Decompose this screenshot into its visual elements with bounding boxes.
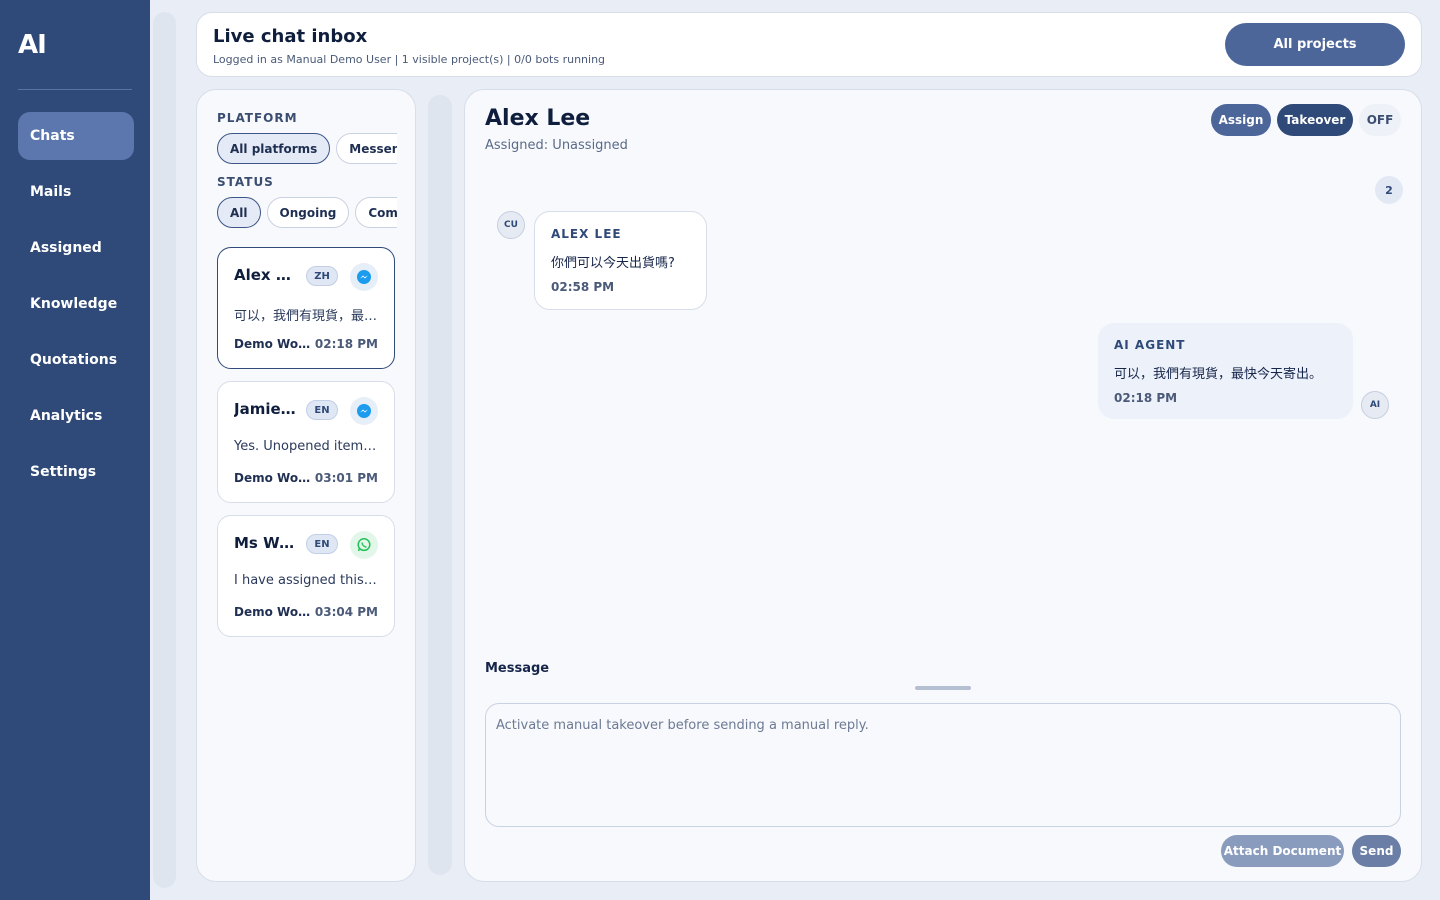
message-label: Message — [485, 661, 550, 676]
status-filter-chips: AllOngoingCompleted — [217, 197, 397, 229]
conversation-time: 03:04 PM — [314, 605, 378, 619]
sidebar-item-assigned[interactable]: Assigned — [18, 224, 134, 272]
sidebar-item-analytics[interactable]: Analytics — [18, 392, 134, 440]
messenger-icon — [350, 263, 378, 291]
chat-panel: Alex Lee Assigned: Unassigned Assign Tak… — [464, 89, 1422, 882]
page-title: Live chat inbox — [213, 26, 368, 47]
sidebar-item-chats[interactable]: Chats — [18, 112, 134, 160]
conversation-item[interactable]: Jamie Chan EN Yes. Unopened items can be… — [217, 381, 395, 503]
app-logo: AI — [18, 30, 47, 60]
conversation-workspace: Demo Workspace — [234, 471, 314, 485]
customer-message-bubble: ALEX LEE 你們可以今天出貨嗎? 02:58 PM — [534, 211, 707, 310]
whatsapp-icon — [350, 531, 378, 559]
takeover-button[interactable]: Takeover — [1277, 104, 1353, 136]
message-time: 02:18 PM — [1114, 391, 1178, 405]
conversation-preview: 可以，我們有現貨，最快今天寄出。 — [234, 309, 380, 324]
send-button[interactable]: Send — [1352, 835, 1401, 867]
conversation-time: 02:18 PM — [314, 337, 378, 351]
sidebar-item-quotations[interactable]: Quotations — [18, 336, 134, 384]
all-projects-button[interactable]: All projects — [1225, 23, 1405, 66]
session-status: Logged in as Manual Demo User | 1 visibl… — [213, 53, 606, 66]
agent-message-bubble: AI AGENT 可以，我們有現貨，最快今天寄出。 02:18 PM — [1098, 323, 1353, 419]
language-badge: ZH — [306, 266, 338, 286]
chip-status-ongoing[interactable]: Ongoing — [266, 197, 350, 228]
conversation-list-scrollbar[interactable] — [428, 95, 452, 875]
message-text: 你們可以今天出貨嗎? — [551, 256, 675, 271]
chat-contact-name: Alex Lee — [485, 106, 591, 131]
conversation-item[interactable]: Alex Lee ZH 可以，我們有現貨，最快今天寄出。 Demo Worksp… — [217, 247, 395, 369]
conversation-name: Jamie Chan — [234, 400, 296, 418]
customer-avatar: CU — [497, 211, 525, 239]
platform-filter-label: PLATFORM — [217, 111, 298, 125]
chat-actions: Assign Takeover OFF — [1205, 104, 1401, 136]
message-text: 可以，我們有現貨，最快今天寄出。 — [1114, 367, 1323, 382]
chat-assignment-status: Assigned: Unassigned — [485, 138, 628, 153]
chip-messenger[interactable]: Messenger — [336, 133, 397, 164]
sidebar-scrollbar[interactable] — [153, 12, 176, 888]
ai-agent-avatar: AI — [1361, 391, 1389, 419]
conversation-workspace: Demo Workspace — [234, 605, 314, 619]
bot-toggle[interactable]: OFF — [1359, 104, 1401, 136]
conversation-preview: I have assigned this request to our team… — [234, 573, 380, 588]
conversation-name: Alex Lee — [234, 266, 296, 284]
sidebar-nav: Chats Mails Assigned Knowledge Quotation… — [18, 112, 134, 504]
sidebar-item-settings[interactable]: Settings — [18, 448, 134, 496]
sidebar-divider — [18, 89, 132, 90]
status-filter-label: STATUS — [217, 175, 274, 189]
message-time: 02:58 PM — [551, 280, 615, 294]
sidebar-item-mails[interactable]: Mails — [18, 168, 134, 216]
conversation-name: Ms Wong — [234, 534, 296, 552]
sidebar-item-knowledge[interactable]: Knowledge — [18, 280, 134, 328]
attach-document-button[interactable]: Attach Document — [1221, 835, 1344, 867]
conversation-time: 03:01 PM — [314, 471, 378, 485]
assign-button[interactable]: Assign — [1211, 104, 1271, 136]
message-author: ALEX LEE — [551, 227, 622, 241]
chip-status-all[interactable]: All — [217, 197, 261, 228]
message-author: AI AGENT — [1114, 338, 1186, 352]
composer-resize-handle[interactable] — [915, 686, 971, 690]
conversation-preview: Yes. Unopened items can be returned. — [234, 439, 380, 454]
conversation-workspace: Demo Workspace — [234, 337, 314, 351]
language-badge: EN — [306, 400, 338, 420]
messenger-icon — [350, 397, 378, 425]
page-header: Live chat inbox Logged in as Manual Demo… — [196, 12, 1422, 77]
message-input[interactable] — [485, 703, 1401, 827]
conversation-item[interactable]: Ms Wong EN I have assigned this request … — [217, 515, 395, 637]
chip-all-platforms[interactable]: All platforms — [217, 133, 331, 164]
message-count-badge: 2 — [1375, 176, 1403, 204]
platform-filter-chips: All platformsMessenger — [217, 133, 397, 165]
language-badge: EN — [306, 534, 338, 554]
chip-status-completed[interactable]: Completed — [355, 197, 397, 228]
sidebar: AI Chats Mails Assigned Knowledge Quotat… — [0, 0, 150, 900]
conversation-list-panel: PLATFORM All platformsMessenger STATUS A… — [196, 89, 416, 882]
